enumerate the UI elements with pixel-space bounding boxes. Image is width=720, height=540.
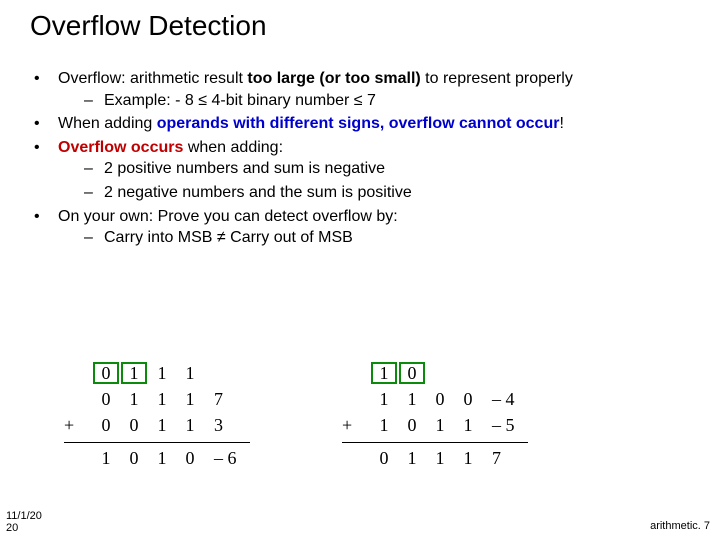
sum-rule <box>342 442 528 443</box>
b1-text-c: to represent properly <box>421 70 573 87</box>
bullet-4-sub-1: Carry into MSB ≠ Carry out of MSB <box>58 227 693 249</box>
b2-text-bold: operands with different signs, overflow … <box>157 115 560 132</box>
op1-bit: 1 <box>370 388 398 410</box>
b3-text-bold: Overflow occurs <box>58 139 183 156</box>
bullet-3-sub-2: 2 negative numbers and the sum is positi… <box>58 182 693 204</box>
op1-value: 7 <box>204 388 250 410</box>
bullet-3-sub-1: 2 positive numbers and sum is negative <box>58 158 693 180</box>
example-right: 1 0 1 1 0 0 – 4 + 1 0 1 1 – 5 0 1 1 <box>342 362 528 469</box>
op1-value: – 4 <box>482 388 528 410</box>
carry-out-left: 0 <box>93 362 119 384</box>
res-bit: 1 <box>148 447 176 469</box>
b1-text-bold: too large (or too small) <box>247 70 420 87</box>
sum-rule <box>64 442 250 443</box>
op1-bit: 0 <box>426 388 454 410</box>
op2-bit: 0 <box>398 414 426 436</box>
op2-bit: 1 <box>370 414 398 436</box>
op2-value: 3 <box>204 414 250 436</box>
footer-date-line2: 20 <box>6 522 18 534</box>
res-bit: 1 <box>92 447 120 469</box>
op2-bit: 1 <box>426 414 454 436</box>
op2-bit: 0 <box>92 414 120 436</box>
carry-bit <box>454 362 482 384</box>
b1-text-a: Overflow: arithmetic result <box>58 70 247 87</box>
carry-bit: 1 <box>148 362 176 384</box>
op2-bit: 1 <box>176 414 204 436</box>
res-bit: 1 <box>398 447 426 469</box>
bullet-1: Overflow: arithmetic result too large (o… <box>28 68 693 111</box>
res-bit: 0 <box>370 447 398 469</box>
footer-date-line1: 11/1/20 <box>6 510 42 522</box>
b2-text-c: ! <box>559 115 563 132</box>
carry-msb-right: 0 <box>399 362 425 384</box>
op1-bit: 0 <box>92 388 120 410</box>
plus-sign: + <box>64 414 92 436</box>
op1-bit: 1 <box>120 388 148 410</box>
plus-sign: + <box>342 414 370 436</box>
op2-bit: 1 <box>454 414 482 436</box>
bullet-2: When adding operands with different sign… <box>28 113 693 135</box>
bullet-list: Overflow: arithmetic result too large (o… <box>28 68 693 251</box>
b2-text-a: When adding <box>58 115 157 132</box>
b3-text-b: when adding: <box>183 139 283 156</box>
bullet-1-sub-1: Example: - 8 ≤ 4-bit binary number ≤ 7 <box>58 90 693 112</box>
slide-title: Overflow Detection <box>30 10 267 42</box>
op1-bit: 0 <box>454 388 482 410</box>
bullet-4: On your own: Prove you can detect overfl… <box>28 206 693 249</box>
carry-bit <box>426 362 454 384</box>
b4-text: On your own: Prove you can detect overfl… <box>58 208 398 225</box>
res-value: – 6 <box>204 447 250 469</box>
op2-value: – 5 <box>482 414 528 436</box>
res-bit: 0 <box>120 447 148 469</box>
op2-bit: 0 <box>120 414 148 436</box>
example-left: 0 1 1 1 0 1 1 1 7 + 0 0 1 1 3 1 0 1 <box>64 362 250 469</box>
res-value: 7 <box>482 447 528 469</box>
carry-out-right: 1 <box>371 362 397 384</box>
op2-bit: 1 <box>148 414 176 436</box>
res-bit: 0 <box>176 447 204 469</box>
op1-bit: 1 <box>148 388 176 410</box>
arithmetic-examples: 0 1 1 1 0 1 1 1 7 + 0 0 1 1 3 1 0 1 <box>64 362 528 469</box>
res-bit: 1 <box>426 447 454 469</box>
footer-page-label: arithmetic. 7 <box>650 520 710 532</box>
op1-bit: 1 <box>176 388 204 410</box>
res-bit: 1 <box>454 447 482 469</box>
carry-msb-left: 1 <box>121 362 147 384</box>
carry-bit: 1 <box>176 362 204 384</box>
op1-bit: 1 <box>398 388 426 410</box>
bullet-3: Overflow occurs when adding: 2 positive … <box>28 137 693 204</box>
footer-date: 11/1/20 20 <box>6 510 42 534</box>
